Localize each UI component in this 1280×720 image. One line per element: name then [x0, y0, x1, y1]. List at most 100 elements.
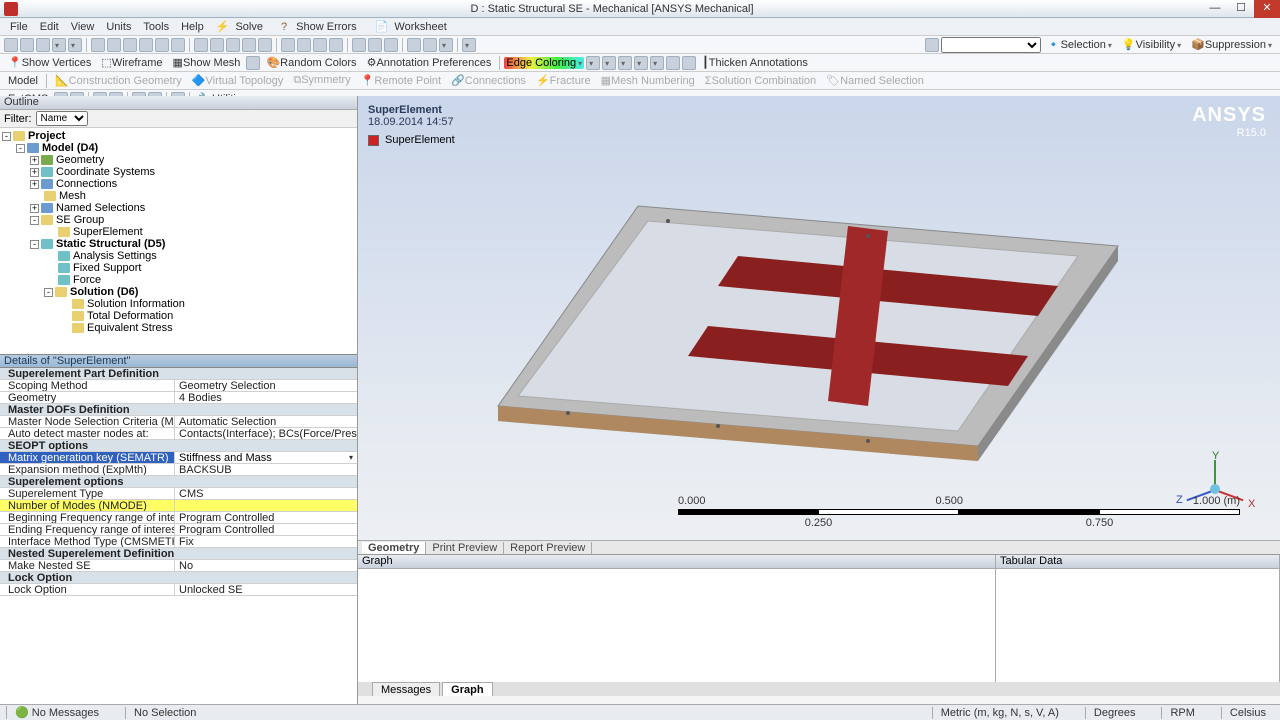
filter-label: Filter:	[4, 113, 32, 125]
random-colors-button[interactable]: 🎨Random Colors	[262, 56, 360, 69]
close-button[interactable]: ✕	[1254, 0, 1280, 18]
zoom-out-icon[interactable]	[329, 38, 343, 52]
node-icon[interactable]	[155, 38, 169, 52]
menu-tools[interactable]: Tools	[137, 21, 175, 33]
solve-button[interactable]: ⚡Solve	[210, 20, 275, 33]
detail-row[interactable]: Beginning Frequency range of interest (F…	[0, 512, 357, 524]
view-icon[interactable]	[368, 38, 382, 52]
menu-view[interactable]: View	[65, 21, 101, 33]
toolbar-icon[interactable]	[246, 56, 260, 70]
rotate-icon[interactable]	[20, 38, 34, 52]
viewport[interactable]: SuperElement 18.09.2014 14:57 SuperEleme…	[358, 96, 1280, 704]
detail-row[interactable]: Make Nested SENo	[0, 560, 357, 572]
visibility-dropdown[interactable]: 💡Visibility	[1118, 38, 1185, 51]
show-errors-button[interactable]: ? Show Errors	[275, 21, 369, 33]
virtual-topology-button: 🔷Virtual Topology	[188, 74, 288, 87]
magnify-icon[interactable]	[258, 38, 272, 52]
zoom-icon[interactable]	[210, 38, 224, 52]
edge-coloring-button[interactable]: Edge Coloring	[504, 57, 584, 69]
wireframe-button[interactable]: ⬚Wireframe	[97, 56, 166, 69]
edge-icon[interactable]	[618, 56, 632, 70]
detail-row[interactable]: Scoping MethodGeometry Selection	[0, 380, 357, 392]
toolbar-display: 📍Show Vertices ⬚Wireframe ▦Show Mesh 🎨Ra…	[0, 54, 1280, 72]
view-icon[interactable]	[423, 38, 437, 52]
zoom-box-icon[interactable]	[297, 38, 311, 52]
window-title: D : Static Structural SE - Mechanical [A…	[22, 3, 1202, 15]
detail-row[interactable]: Expansion method (ExpMth)BACKSUB	[0, 464, 357, 476]
detail-row[interactable]: Geometry4 Bodies	[0, 392, 357, 404]
symmetry-button: ⧉Symmetry	[289, 74, 354, 87]
menu-units[interactable]: Units	[100, 21, 137, 33]
assembly-combo[interactable]	[941, 37, 1041, 53]
filter-combo[interactable]: Name	[36, 111, 88, 126]
edge-icon[interactable]	[602, 56, 616, 70]
remote-point-button: 📍Remote Point	[357, 74, 445, 87]
suppression-dropdown[interactable]: 📦Suppression	[1187, 38, 1276, 51]
select-mode-icon[interactable]	[52, 38, 66, 52]
select-icon[interactable]	[4, 38, 18, 52]
menubar: File Edit View Units Tools Help ⚡Solve ?…	[0, 18, 1280, 36]
outline-tree[interactable]: -Project -Model (D4) +Geometry +Coordina…	[0, 128, 357, 354]
bottom-tabs: Messages Graph	[358, 682, 1280, 696]
extend-icon[interactable]	[194, 38, 208, 52]
titlebar: D : Static Structural SE - Mechanical [A…	[0, 0, 1280, 18]
view-icon[interactable]	[407, 38, 421, 52]
detail-row[interactable]: Lock OptionUnlocked SE	[0, 584, 357, 596]
detail-row[interactable]: Superelement TypeCMS	[0, 488, 357, 500]
status-rpm: RPM	[1161, 707, 1202, 719]
edge-icon[interactable]	[634, 56, 648, 70]
worksheet-button[interactable]: 📄Worksheet	[369, 20, 459, 33]
show-vertices-button[interactable]: 📍Show Vertices	[4, 56, 95, 69]
tab-graph[interactable]: Graph	[442, 682, 492, 696]
fracture-button: ⚡Fracture	[532, 74, 595, 87]
selection-dropdown[interactable]: 🔹Selection	[1043, 38, 1116, 51]
detail-row[interactable]: Ending Frequency range of interest (FREQ…	[0, 524, 357, 536]
menu-edit[interactable]: Edit	[34, 21, 65, 33]
view-icon[interactable]	[384, 38, 398, 52]
status-degrees: Degrees	[1085, 707, 1144, 719]
graph-header: Graph	[358, 555, 995, 569]
detail-row-selected[interactable]: Matrix generation key (SEMATR)Stiffness …	[0, 452, 357, 464]
edge-icon[interactable]	[666, 56, 680, 70]
detail-row-required[interactable]: Number of Modes (NMODE)	[0, 500, 357, 512]
show-mesh-button[interactable]: ▦Show Mesh	[169, 56, 245, 69]
edge-icon[interactable]	[107, 38, 121, 52]
zoom-fit-icon[interactable]	[281, 38, 295, 52]
mesh-numbering-button: ▦Mesh Numbering	[597, 74, 699, 87]
zoom-in-icon[interactable]	[313, 38, 327, 52]
pan-icon[interactable]	[226, 38, 240, 52]
body-icon[interactable]	[139, 38, 153, 52]
tab-report-preview[interactable]: Report Preview	[504, 542, 592, 554]
graph-pane: Graph	[358, 555, 996, 682]
edge-icon[interactable]	[586, 56, 600, 70]
maximize-button[interactable]: ☐	[1228, 0, 1254, 18]
tabular-pane: Tabular Data	[996, 555, 1280, 682]
tab-print-preview[interactable]: Print Preview	[426, 542, 504, 554]
edge-icon[interactable]	[682, 56, 696, 70]
tab-messages[interactable]: Messages	[372, 682, 440, 696]
view-icon[interactable]	[352, 38, 366, 52]
detail-row[interactable]: Auto detect master nodes at:Contacts(Int…	[0, 428, 357, 440]
detail-row[interactable]: Interface Method Type (CMSMETH)Fix	[0, 536, 357, 548]
minimize-button[interactable]: —	[1202, 0, 1228, 18]
thicken-annotations-button[interactable]: ┃Thicken Annotations	[698, 56, 812, 69]
menu-help[interactable]: Help	[175, 21, 210, 33]
annotation-prefs-button[interactable]: ⚙Annotation Preferences	[363, 56, 496, 69]
outline-filter: Filter: Name	[0, 110, 357, 128]
toolbar-icon[interactable]	[925, 38, 939, 52]
detail-row[interactable]: Master Node Selection Criteria (M)Automa…	[0, 416, 357, 428]
fit-icon[interactable]	[242, 38, 256, 52]
vertex-icon[interactable]	[91, 38, 105, 52]
viewport-header: SuperElement 18.09.2014 14:57	[368, 104, 454, 128]
view-icon[interactable]	[439, 38, 453, 52]
status-messages[interactable]: 🟢 No Messages	[6, 706, 107, 719]
face-icon[interactable]	[123, 38, 137, 52]
select-mode-icon[interactable]	[68, 38, 82, 52]
view-icon[interactable]	[462, 38, 476, 52]
tab-geometry[interactable]: Geometry	[362, 542, 426, 554]
edge-icon[interactable]	[650, 56, 664, 70]
element-icon[interactable]	[171, 38, 185, 52]
menu-file[interactable]: File	[4, 21, 34, 33]
statusbar: 🟢 No Messages No Selection Metric (m, kg…	[0, 704, 1280, 720]
selection-icon[interactable]	[36, 38, 50, 52]
